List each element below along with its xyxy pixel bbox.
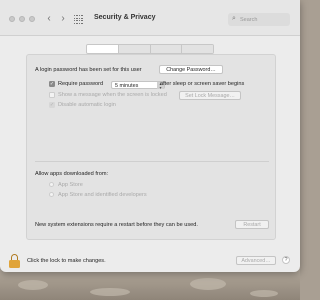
- wallpaper-rock: [190, 278, 226, 290]
- search-field[interactable]: ⌕ Search: [228, 13, 290, 26]
- login-password-text: A login password has been set for this u…: [35, 67, 142, 73]
- wallpaper-rock: [18, 280, 48, 290]
- security-privacy-window: ‹ › Security & Privacy ⌕ Search A login …: [0, 0, 300, 272]
- require-password-checkbox[interactable]: ✓: [49, 81, 55, 87]
- allow-apps-title: Allow apps downloaded from:: [35, 171, 109, 177]
- radio-identified-developers-label: App Store and identified developers: [58, 192, 147, 198]
- radio-app-store[interactable]: [49, 182, 54, 187]
- show-message-label: Show a message when the screen is locked: [58, 92, 167, 98]
- zoom-window-button[interactable]: [29, 16, 35, 22]
- desktop-wallpaper: [0, 268, 300, 300]
- titlebar: ‹ › Security & Privacy ⌕ Search: [0, 0, 300, 36]
- disable-auto-login-label: Disable automatic login: [58, 102, 116, 108]
- search-input[interactable]: Search: [240, 17, 257, 23]
- wallpaper-rock: [90, 288, 130, 296]
- section-divider: [35, 161, 269, 162]
- help-icon[interactable]: ?: [282, 256, 290, 264]
- grid-icon[interactable]: [74, 15, 83, 24]
- extensions-text: New system extensions require a restart …: [35, 222, 198, 228]
- tab-bar: [86, 44, 214, 54]
- require-password-label: Require password: [58, 81, 104, 87]
- set-lock-message-button[interactable]: Set Lock Message…: [179, 91, 241, 100]
- require-password-select[interactable]: 5 minutes ▴ ▾: [111, 81, 165, 89]
- tab-privacy[interactable]: [182, 45, 213, 53]
- lock-text: Click the lock to make changes.: [27, 258, 106, 264]
- advanced-button[interactable]: Advanced…: [236, 256, 276, 265]
- general-panel: A login password has been set for this u…: [26, 54, 276, 240]
- after-sleep-text: after sleep or screen saver begins: [160, 81, 245, 87]
- wallpaper-rock: [250, 290, 278, 297]
- search-icon: ⌕: [232, 15, 236, 22]
- tab-filevault[interactable]: [118, 45, 151, 53]
- back-button[interactable]: ‹: [44, 13, 54, 25]
- radio-app-store-label: App Store: [58, 182, 83, 188]
- lock-icon[interactable]: [9, 254, 20, 268]
- require-password-value: 5 minutes: [115, 83, 139, 89]
- window-title: Security & Privacy: [94, 14, 156, 21]
- minimize-window-button[interactable]: [19, 16, 25, 22]
- tab-general[interactable]: [87, 45, 119, 53]
- radio-identified-developers[interactable]: [49, 192, 54, 197]
- show-message-checkbox[interactable]: [49, 92, 55, 98]
- disable-auto-login-checkbox[interactable]: ✓: [49, 102, 55, 108]
- change-password-button[interactable]: Change Password…: [159, 65, 223, 74]
- tab-firewall[interactable]: [150, 45, 183, 53]
- close-window-button[interactable]: [9, 16, 15, 22]
- forward-button[interactable]: ›: [58, 13, 68, 25]
- restart-button[interactable]: Restart: [235, 220, 269, 229]
